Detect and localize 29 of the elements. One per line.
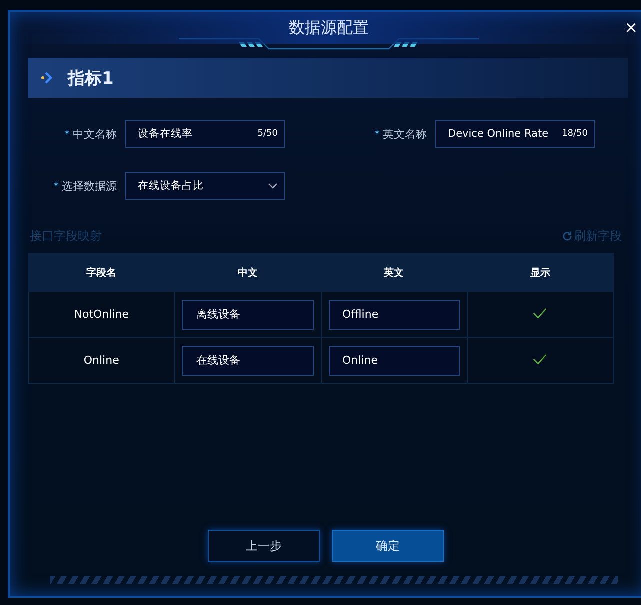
input-field[interactable]: Offline [328, 300, 460, 330]
confirm-button[interactable]: 确定 [332, 530, 444, 562]
input-field[interactable]: Device Online Rate 18/50 [435, 120, 595, 148]
caret-icon [268, 183, 278, 189]
field-label: 中文名称 [73, 126, 117, 142]
column-header: 显示 [467, 254, 614, 292]
input-field[interactable]: 离线设备 [182, 300, 314, 330]
checkmark-icon[interactable] [533, 308, 548, 318]
checkmark-icon[interactable] [533, 354, 548, 364]
column-header: 字段名 [28, 254, 175, 292]
table-cell: NotOnline [28, 292, 175, 338]
required-mark: * [374, 128, 380, 140]
window-title: 数据源配置 [289, 18, 369, 38]
field-label: 英文名称 [383, 126, 427, 142]
input-field[interactable]: Online [328, 346, 460, 376]
back-button[interactable]: 上一步 [208, 530, 320, 562]
select-field[interactable]: 在线设备占比 [125, 172, 285, 200]
input-field[interactable]: 在线设备 [182, 346, 314, 376]
table-cell: Online [28, 338, 175, 384]
column-header: 中文 [174, 254, 321, 292]
refresh-icon [562, 230, 573, 242]
close-button[interactable]: × [624, 20, 638, 36]
field-label: 选择数据源 [62, 178, 117, 194]
section-label: 接口字段映射 [30, 228, 102, 244]
required-mark: * [54, 180, 59, 192]
input-field[interactable]: 设备在线率 5/50 [125, 120, 285, 148]
column-header: 英文 [321, 254, 468, 292]
section-title: 指标1 [68, 68, 114, 90]
required-mark: * [64, 128, 70, 140]
